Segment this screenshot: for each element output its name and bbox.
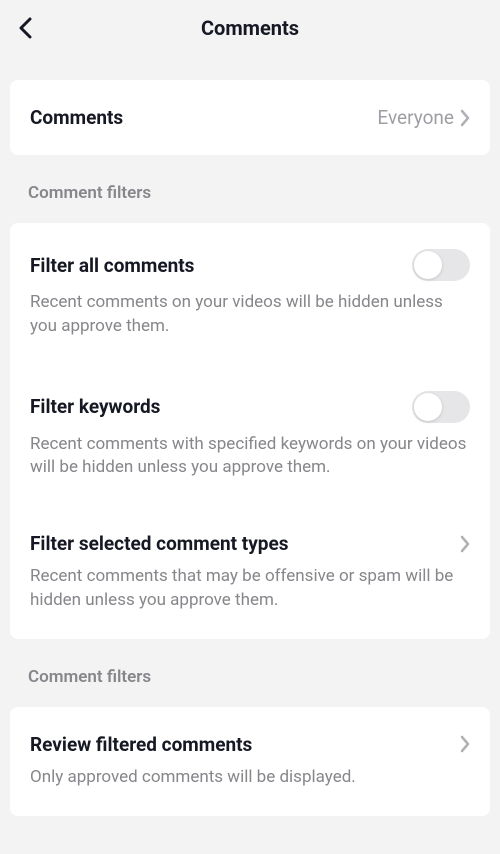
back-button[interactable]	[18, 17, 34, 39]
chevron-right-icon	[460, 735, 470, 753]
comments-permission-value: Everyone	[377, 106, 454, 129]
toggle-knob	[414, 251, 442, 279]
review-title: Review filtered comments	[30, 733, 252, 756]
section-label-filters-2: Comment filters	[0, 639, 500, 697]
row-right: Everyone	[377, 106, 470, 129]
filter-all-title: Filter all comments	[30, 254, 194, 277]
review-filtered-row[interactable]: Review filtered comments Only approved c…	[30, 707, 470, 816]
comments-permission-row[interactable]: Comments Everyone	[30, 80, 470, 155]
filter-keywords-toggle[interactable]	[412, 391, 470, 423]
filter-types-desc: Recent comments that may be offensive or…	[30, 555, 470, 639]
header: Comments	[0, 0, 500, 56]
back-icon	[18, 17, 34, 39]
chevron-right-icon	[460, 535, 470, 553]
filter-all-comments-row: Filter all comments Recent comments on y…	[30, 223, 470, 365]
comments-permission-card: Comments Everyone	[10, 80, 490, 155]
filter-keywords-row: Filter keywords Recent comments with spe…	[30, 365, 470, 507]
chevron-right-icon	[460, 109, 470, 127]
filters-card: Filter all comments Recent comments on y…	[10, 223, 490, 639]
section-label-filters: Comment filters	[0, 155, 500, 213]
review-card: Review filtered comments Only approved c…	[10, 707, 490, 816]
filter-all-desc: Recent comments on your videos will be h…	[30, 281, 470, 365]
toggle-knob	[414, 393, 442, 421]
filter-types-row[interactable]: Filter selected comment types Recent com…	[30, 506, 470, 639]
filter-all-toggle[interactable]	[412, 249, 470, 281]
filter-types-title: Filter selected comment types	[30, 532, 288, 555]
review-desc: Only approved comments will be displayed…	[30, 756, 470, 816]
comments-permission-label: Comments	[30, 106, 123, 129]
filter-keywords-title: Filter keywords	[30, 395, 160, 418]
page-title: Comments	[201, 16, 299, 40]
filter-keywords-desc: Recent comments with specified keywords …	[30, 423, 470, 507]
